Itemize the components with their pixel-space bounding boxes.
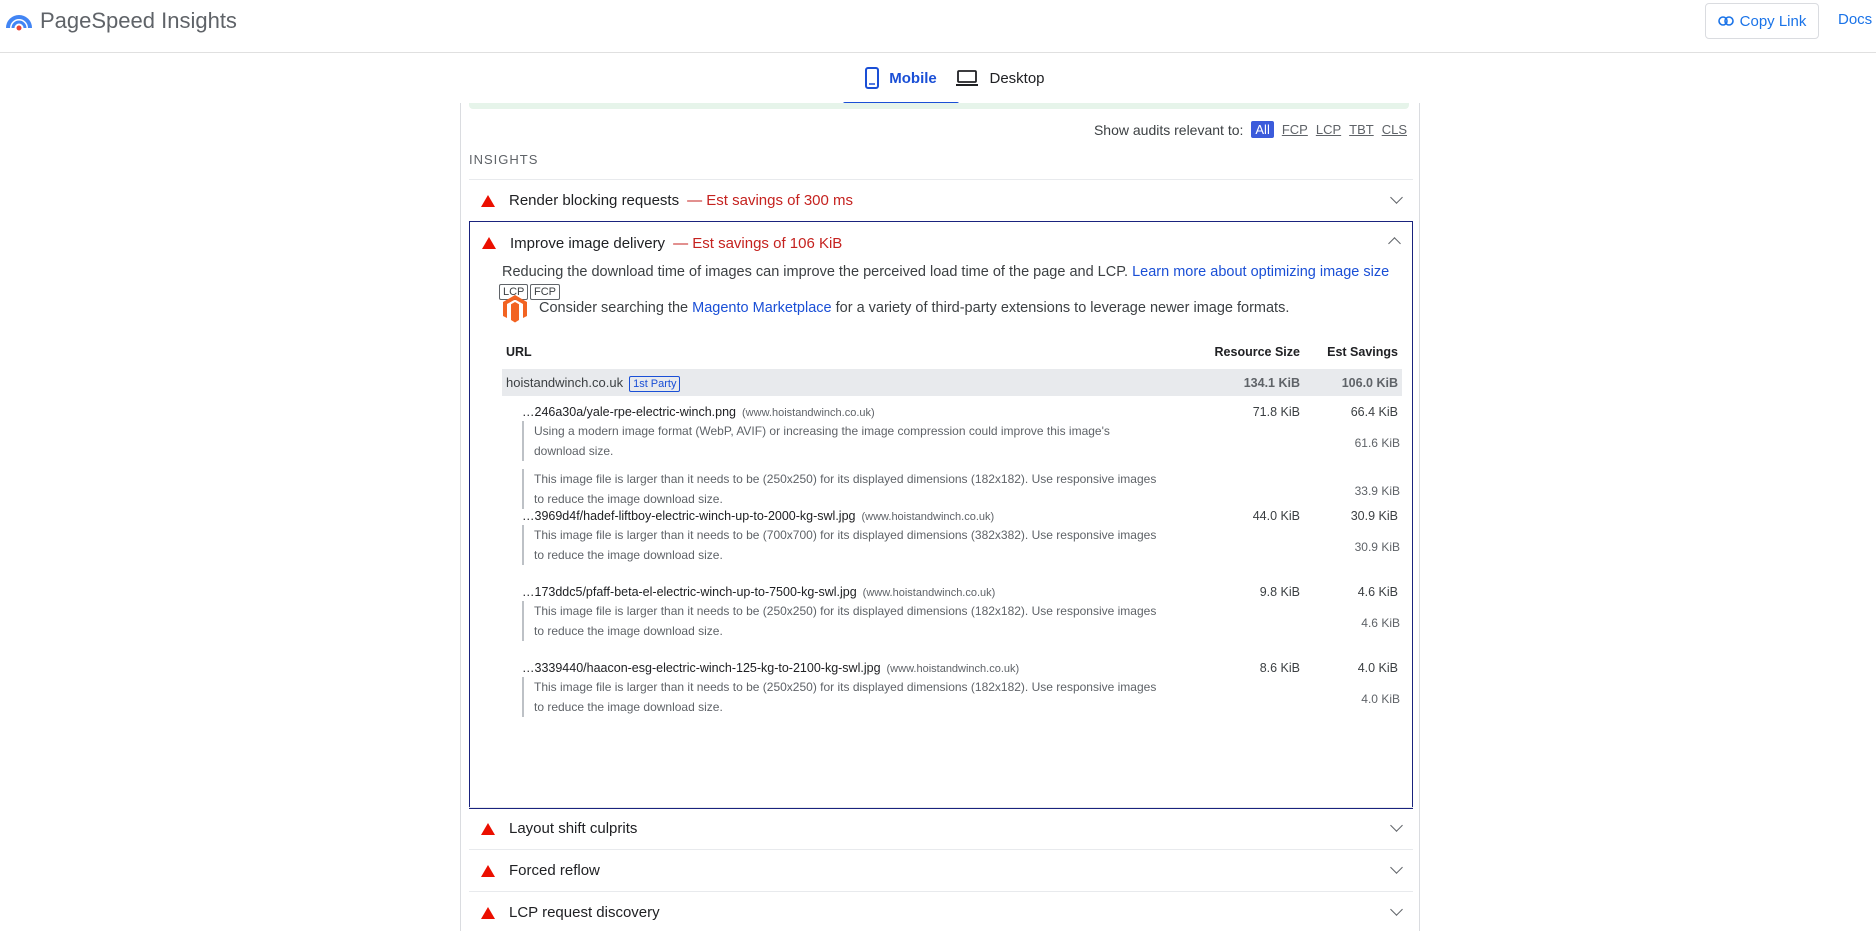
audit-title: Layout shift culprits <box>509 820 638 837</box>
chevron-down-icon <box>1390 903 1403 916</box>
score-summary-bar <box>469 103 1409 109</box>
item-size: 44.0 KiB <box>1252 509 1300 523</box>
link-icon <box>1717 16 1734 26</box>
audit-savings: — Est savings of 300 ms <box>687 192 854 209</box>
item-sub-row: This image file is larger than it needs … <box>522 469 1164 509</box>
column-resource-size: Resource Size <box>1214 345 1300 359</box>
tab-desktop-label: Desktop <box>989 69 1045 87</box>
laptop-icon <box>956 70 979 86</box>
fail-triangle-icon <box>481 864 495 877</box>
audit-forced-reflow[interactable]: Forced reflow <box>469 849 1413 891</box>
audit-filter: Show audits relevant to: All FCP LCP TBT… <box>1094 121 1407 138</box>
magento-marketplace-link[interactable]: Magento Marketplace <box>692 300 831 316</box>
audit-savings: — Est savings of 106 KiB <box>673 234 843 252</box>
audit-lcp-discovery[interactable]: LCP request discovery <box>469 891 1413 933</box>
item-url: …3339440/haacon-esg-electric-winch-125-k… <box>522 661 881 675</box>
filter-lcp[interactable]: LCP <box>1316 122 1341 137</box>
docs-link[interactable]: Docs <box>1838 11 1872 28</box>
filter-tbt[interactable]: TBT <box>1349 122 1374 137</box>
item-sub-row: This image file is larger than it needs … <box>522 601 1164 641</box>
item-sub-savings: 61.6 KiB <box>1354 436 1400 450</box>
column-url: URL <box>506 345 532 359</box>
audit-image-delivery-expanded: Improve image delivery — Est savings of … <box>469 221 1413 809</box>
top-bar: PageSpeed Insights Copy Link Docs <box>0 0 1876 53</box>
item-sub-row: Using a modern image format (WebP, AVIF)… <box>522 421 1164 461</box>
table-row[interactable]: …3969d4f/hadef-liftboy-electric-winch-up… <box>522 509 994 523</box>
fail-triangle-icon <box>481 194 495 207</box>
audit-title: LCP request discovery <box>509 904 660 921</box>
tab-mobile[interactable]: Mobile <box>843 54 959 105</box>
audit-description: Reducing the download time of images can… <box>502 261 1402 283</box>
chevron-up-icon <box>1388 237 1401 250</box>
phone-icon <box>865 67 880 89</box>
filter-label: Show audits relevant to: <box>1093 121 1244 138</box>
magento-logo-icon <box>503 295 527 323</box>
item-size: 9.8 KiB <box>1259 585 1300 599</box>
filter-cls[interactable]: CLS <box>1382 122 1407 137</box>
fail-triangle-icon <box>481 906 495 919</box>
fail-triangle-icon <box>482 237 496 249</box>
item-sub-savings: 4.0 KiB <box>1361 692 1400 706</box>
filter-all[interactable]: All <box>1251 121 1274 138</box>
fail-triangle-icon <box>481 822 495 835</box>
audit-layout-shift[interactable]: Layout shift culprits <box>469 807 1413 849</box>
group-size: 134.1 KiB <box>1243 376 1300 390</box>
learn-more-link[interactable]: Learn more about optimizing image size <box>1132 264 1389 280</box>
item-size: 71.8 KiB <box>1252 405 1300 419</box>
chevron-down-icon <box>1390 861 1403 874</box>
copy-link-label: Copy Link <box>1739 12 1807 30</box>
column-est-savings: Est Savings <box>1327 345 1398 359</box>
table-row[interactable]: …3339440/haacon-esg-electric-winch-125-k… <box>522 661 1019 675</box>
item-sub-savings: 30.9 KiB <box>1354 540 1400 554</box>
stack-pack-note: Consider searching the Magento Marketpla… <box>539 300 1289 316</box>
item-sub-savings: 33.9 KiB <box>1354 484 1400 498</box>
group-host-text: hoistandwinch.co.uk <box>506 375 624 390</box>
item-host: (www.hoistandwinch.co.uk) <box>886 663 1020 675</box>
item-sub-row: This image file is larger than it needs … <box>522 677 1164 717</box>
report-panel: Show audits relevant to: All FCP LCP TBT… <box>460 103 1420 931</box>
item-host: (www.hoistandwinch.co.uk) <box>861 511 995 523</box>
pagespeed-logo-icon <box>6 15 32 31</box>
tab-desktop[interactable]: Desktop <box>950 54 1050 102</box>
group-savings: 106.0 KiB <box>1341 376 1398 390</box>
audit-title: Forced reflow <box>509 862 600 879</box>
tab-mobile-label: Mobile <box>889 69 937 87</box>
consider-post: for a variety of third-party extensions … <box>835 300 1290 316</box>
section-title: INSIGHTS <box>469 152 539 167</box>
item-url: …246a30a/yale-rpe-electric-winch.png <box>522 405 737 419</box>
item-savings: 4.0 KiB <box>1357 661 1398 675</box>
item-sub-savings: 4.6 KiB <box>1361 616 1400 630</box>
first-party-badge: 1st Party <box>629 376 681 392</box>
item-url: …173ddc5/pfaff-beta-el-electric-winch-up… <box>522 585 857 599</box>
item-size: 8.6 KiB <box>1259 661 1300 675</box>
chevron-down-icon <box>1390 191 1403 204</box>
consider-pre: Consider searching the <box>539 300 689 316</box>
audit-image-delivery[interactable]: Improve image delivery — Est savings of … <box>470 222 1411 264</box>
table-row[interactable]: …246a30a/yale-rpe-electric-winch.png (www… <box>522 405 875 419</box>
filter-fcp[interactable]: FCP <box>1282 122 1308 137</box>
audit-render-blocking[interactable]: Render blocking requests — Est savings o… <box>469 179 1413 221</box>
app-title: PageSpeed Insights <box>40 8 237 33</box>
item-host: (www.hoistandwinch.co.uk) <box>862 587 996 599</box>
item-sub-row: This image file is larger than it needs … <box>522 525 1164 565</box>
chevron-down-icon <box>1390 819 1403 832</box>
item-savings: 4.6 KiB <box>1357 585 1398 599</box>
audit-title: Improve image delivery <box>510 234 666 252</box>
audit-title: Render blocking requests <box>509 192 680 209</box>
item-host: (www.hoistandwinch.co.uk) <box>742 407 875 419</box>
description-text: Reducing the download time of images can… <box>502 264 1129 280</box>
table-group-row: hoistandwinch.co.uk 1st Party 134.1 KiB 1… <box>502 369 1402 396</box>
item-url: …3969d4f/hadef-liftboy-electric-winch-up… <box>522 509 856 523</box>
copy-link-button[interactable]: Copy Link <box>1705 3 1819 39</box>
metric-chip-fcp: FCP <box>530 284 560 300</box>
table-row[interactable]: …173ddc5/pfaff-beta-el-electric-winch-up… <box>522 585 995 599</box>
item-savings: 30.9 KiB <box>1350 509 1398 523</box>
group-host: hoistandwinch.co.uk 1st Party <box>506 375 681 392</box>
device-tabs: Mobile Desktop <box>0 54 1876 105</box>
item-savings: 66.4 KiB <box>1350 405 1398 419</box>
